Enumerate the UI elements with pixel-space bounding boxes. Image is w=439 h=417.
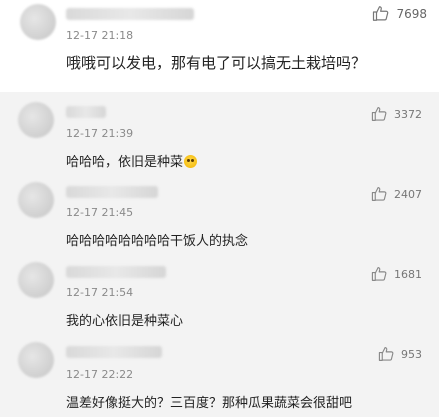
thumbs-up-icon — [371, 186, 388, 202]
comment-time: 12-17 22:22 — [66, 368, 134, 381]
comment-time: 12-17 21:54 — [66, 286, 134, 299]
reply-item: 12-17 21:45 哈哈哈哈哈哈哈哈干饭人的执念 2407 — [0, 176, 439, 254]
thumbs-up-icon — [372, 5, 390, 22]
username-blurred[interactable] — [66, 346, 162, 358]
avatar[interactable] — [18, 262, 54, 298]
emoji-icon — [184, 155, 198, 168]
reply-item: 12-17 21:39 哈哈哈，依旧是种菜 3372 — [0, 96, 439, 174]
like-count: 1681 — [394, 267, 422, 281]
comment-text: 哈哈哈，依旧是种菜 — [66, 151, 198, 170]
comment-text: 哦哦可以发电，那有电了可以搞无土栽培吗？ — [66, 54, 367, 72]
comment-text: 我的心依旧是种菜心 — [66, 314, 184, 329]
avatar[interactable] — [18, 182, 54, 218]
like-button[interactable]: 1681 — [371, 266, 422, 282]
reply-list: 12-17 21:39 哈哈哈，依旧是种菜 3372 12-17 21:45 哈… — [0, 92, 439, 417]
thumbs-up-icon — [371, 106, 388, 122]
like-count: 3372 — [394, 107, 422, 121]
comment-text: 温差好像挺大的？三百度？那种瓜果蔬菜会很甜吧 — [66, 396, 353, 411]
username-blurred[interactable] — [66, 106, 106, 118]
like-button[interactable]: 7698 — [372, 5, 427, 22]
like-count: 953 — [401, 347, 422, 361]
like-button[interactable]: 2407 — [371, 186, 422, 202]
comment-text-body: 哈哈哈，依旧是种菜 — [66, 155, 184, 170]
like-button[interactable]: 953 — [378, 346, 422, 362]
like-count: 2407 — [394, 187, 422, 201]
main-comment: 12-17 21:18 哦哦可以发电，那有电了可以搞无土栽培吗？ 7698 — [0, 0, 439, 92]
comment-time: 12-17 21:39 — [66, 127, 134, 140]
username-blurred[interactable] — [66, 8, 194, 20]
comment-text: 哈哈哈哈哈哈哈哈干饭人的执念 — [66, 234, 249, 249]
avatar[interactable] — [20, 4, 56, 40]
thumbs-up-icon — [371, 266, 388, 282]
like-button[interactable]: 3372 — [371, 106, 422, 122]
avatar[interactable] — [18, 102, 54, 138]
username-blurred[interactable] — [66, 266, 166, 278]
username-blurred[interactable] — [66, 186, 158, 198]
reply-item: 12-17 22:22 温差好像挺大的？三百度？那种瓜果蔬菜会很甜吧 953 — [0, 336, 439, 417]
comment-time: 12-17 21:45 — [66, 206, 134, 219]
comment-time: 12-17 21:18 — [66, 29, 134, 42]
like-count: 7698 — [396, 6, 427, 21]
reply-item: 12-17 21:54 我的心依旧是种菜心 1681 — [0, 256, 439, 334]
avatar[interactable] — [18, 342, 54, 378]
thumbs-up-icon — [378, 346, 395, 362]
